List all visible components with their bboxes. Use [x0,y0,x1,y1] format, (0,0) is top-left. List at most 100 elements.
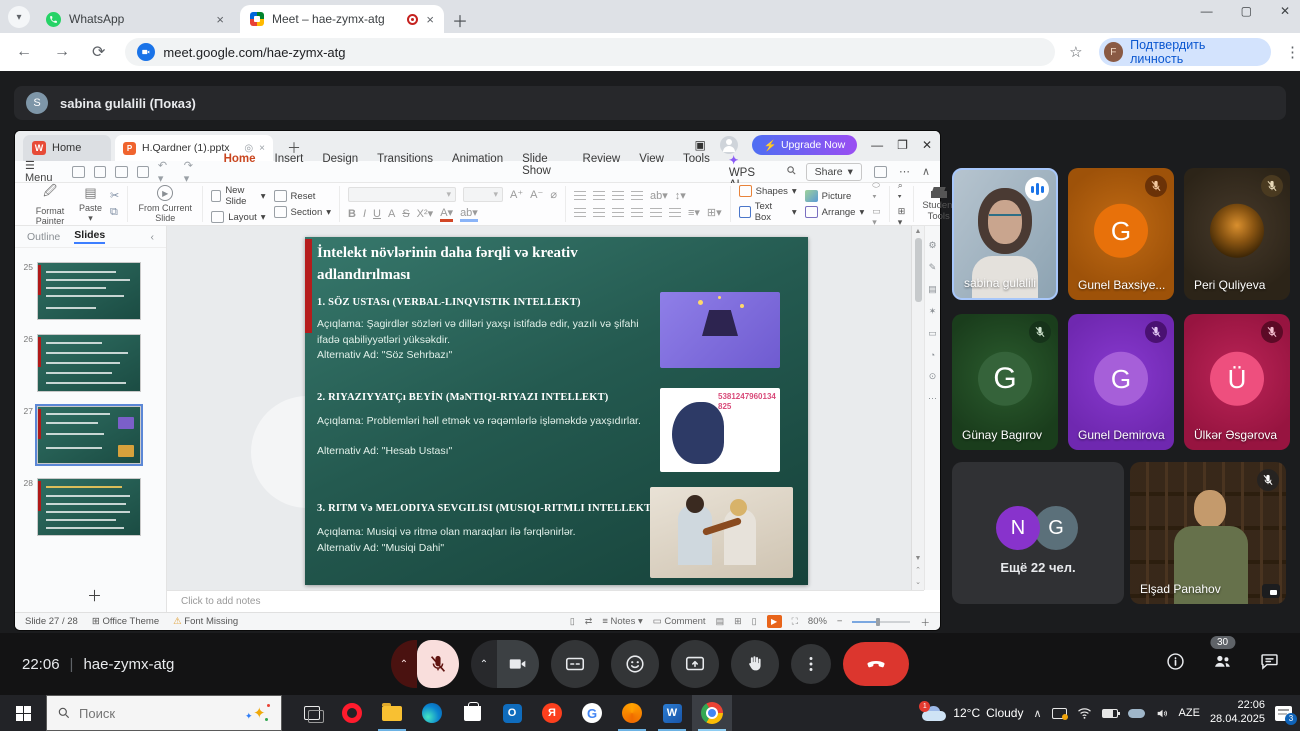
participant-tile-gunay[interactable]: G Günay Bagırov [952,314,1058,450]
upgrade-now-button[interactable]: ⚡Upgrade Now [752,135,857,155]
slideshow-play-button[interactable]: ▶ [767,615,782,628]
zoom-slider[interactable] [852,621,910,623]
window-close-button[interactable]: ✕ [1280,4,1290,18]
redo-icon[interactable]: ↷ ▾ [184,159,201,185]
save-icon[interactable] [94,166,106,178]
participant-tile-overflow[interactable]: N G Ещё 22 чел. [952,462,1124,604]
rail-edit-icon[interactable]: ✎ [929,262,937,273]
layout-button[interactable]: Layout ▾ [211,211,265,223]
mic-button[interactable]: ⌃ [391,640,459,688]
rail-help-icon[interactable]: ⊙ [929,371,937,382]
rail-properties-icon[interactable]: ⚙ [928,240,936,251]
slide-thumb-28[interactable]: 28 [19,478,160,536]
canvas-scrollbar[interactable]: ▲ ▼⌃⌄ [911,226,924,590]
share-button[interactable]: Share ▾ [806,163,862,181]
new-slide-button[interactable]: New Slide ▾ [211,185,265,207]
browser-menu-icon[interactable]: ⋮ [1285,43,1300,61]
numbering-icon[interactable] [593,191,605,200]
wps-layout-icon[interactable]: ▣ [695,138,706,152]
more-options-button[interactable] [791,644,831,684]
format-painter-button[interactable]: 🖉Format Painter [29,182,71,226]
tab-search-chevron-icon[interactable]: ▾ [8,6,30,28]
mic-options-chevron[interactable]: ⌃ [391,640,417,688]
add-slide-button[interactable]: ＋ [87,585,102,606]
panel-collapse-icon[interactable]: ‹ [151,231,155,243]
zoom-out-icon[interactable]: − [837,616,843,627]
slide-thumb-26[interactable]: 26 [19,334,160,392]
wifi-icon[interactable] [1077,707,1092,719]
reload-icon[interactable]: ⟳ [92,42,105,62]
rail-more-icon[interactable]: ⋯ [928,393,937,404]
text-box-button[interactable]: Text Box ▾ [739,201,797,223]
taskbar-yandex[interactable]: Я [532,695,572,731]
strike-button[interactable]: S [402,208,409,220]
end-call-button[interactable] [843,642,909,686]
cut-icon[interactable]: ✂ [110,189,119,202]
verify-identity-button[interactable]: F Подтвердить личность [1099,38,1271,66]
bold-button[interactable]: B [348,208,356,220]
taskbar-word[interactable]: W [652,695,692,731]
presenter-bar[interactable]: S sabina gulalili (Показ) [14,86,1286,120]
copy-icon[interactable]: ⧉ [110,206,119,219]
bookmark-star-icon[interactable]: ☆ [1069,43,1082,61]
picture-button[interactable]: Picture [805,190,865,202]
task-view-button[interactable] [292,695,332,731]
distribute-icon[interactable] [650,208,662,217]
shrink-font-icon[interactable]: A⁻ [530,188,543,201]
notes-area[interactable]: Click to add notes [167,590,924,612]
highlight-button[interactable]: ab▾ [460,206,478,222]
italic-button[interactable]: I [363,208,366,220]
zoom-in-icon[interactable]: ＋ [920,615,930,629]
slide-thumb-27[interactable]: 27 [19,406,160,464]
shadow-button[interactable]: A [388,208,395,220]
superscript-button[interactable]: X²▾ [417,207,434,220]
section-button[interactable]: Section ▾ [274,206,331,218]
from-current-slide-button[interactable]: ▶From Current Slide [136,185,194,223]
more-tools-icon[interactable]: ⋯ [899,165,910,178]
shapes-button[interactable]: Shapes ▾ [739,185,797,197]
direction-icon[interactable]: ↕▾ [675,189,686,202]
taskbar-chrome[interactable] [692,695,732,731]
paste-button[interactable]: ▤Paste ▾ [79,185,102,224]
scrollbar-thumb[interactable] [915,238,922,302]
spellcheck-icon[interactable]: ▯ [570,616,575,627]
fill-icon[interactable]: ⬭ ▾ [872,180,881,202]
tab-whatsapp[interactable]: WhatsApp × [36,5,234,33]
participants-button[interactable]: 30 [1212,651,1233,677]
font-family-select[interactable]: ▾ [348,187,456,202]
arrange-button[interactable]: Arrange ▾ [805,206,865,218]
print-icon[interactable] [137,166,149,178]
align-right-icon[interactable] [612,208,624,217]
reset-button[interactable]: Reset [274,190,331,202]
tab-close-icon[interactable]: × [426,12,434,27]
fit-slide-icon[interactable]: ⛶ [792,616,798,627]
url-field[interactable]: meet.google.com/hae-zymx-atg [125,38,1055,66]
window-maximize-button[interactable]: ▢ [1241,4,1252,18]
volume-icon[interactable] [1155,707,1169,720]
align-center-icon[interactable] [593,208,605,217]
notification-center-icon[interactable]: 3 [1275,706,1292,721]
underline-button[interactable]: U [373,208,381,220]
participant-tile-sabina[interactable]: sabina gulalili [952,168,1058,300]
export-icon[interactable] [115,166,127,178]
taskbar-edge[interactable] [412,695,452,731]
undo-icon[interactable]: ↶ ▾ [158,159,175,185]
tray-expand-icon[interactable]: ∧ [1033,707,1041,720]
taskbar-google[interactable]: G [572,695,612,731]
camera-button[interactable]: ⌃ [471,640,539,688]
participant-tile-ulker[interactable]: Ü Ülkər Əsgərova [1184,314,1290,450]
language-indicator[interactable]: AZE [1179,707,1200,719]
line-spacing-icon[interactable]: ≡▾ [688,206,700,219]
open-file-icon[interactable] [72,166,84,178]
start-button[interactable] [0,695,46,731]
rail-history-icon[interactable]: ◔ [930,350,935,360]
rail-animation-icon[interactable]: ✶ [929,306,937,317]
participant-tile-gunel-b[interactable]: G Gunel Baxsiye... [1068,168,1174,300]
taskbar-outlook[interactable]: O [492,695,532,731]
forward-icon[interactable]: → [54,43,70,61]
meeting-details-button[interactable] [1165,651,1186,677]
reactions-button[interactable] [611,640,659,688]
rail-shapes-icon[interactable]: ▤ [928,284,937,295]
search-input[interactable] [79,706,199,721]
weather-widget[interactable]: 1 12°CCloudy [922,705,1023,721]
